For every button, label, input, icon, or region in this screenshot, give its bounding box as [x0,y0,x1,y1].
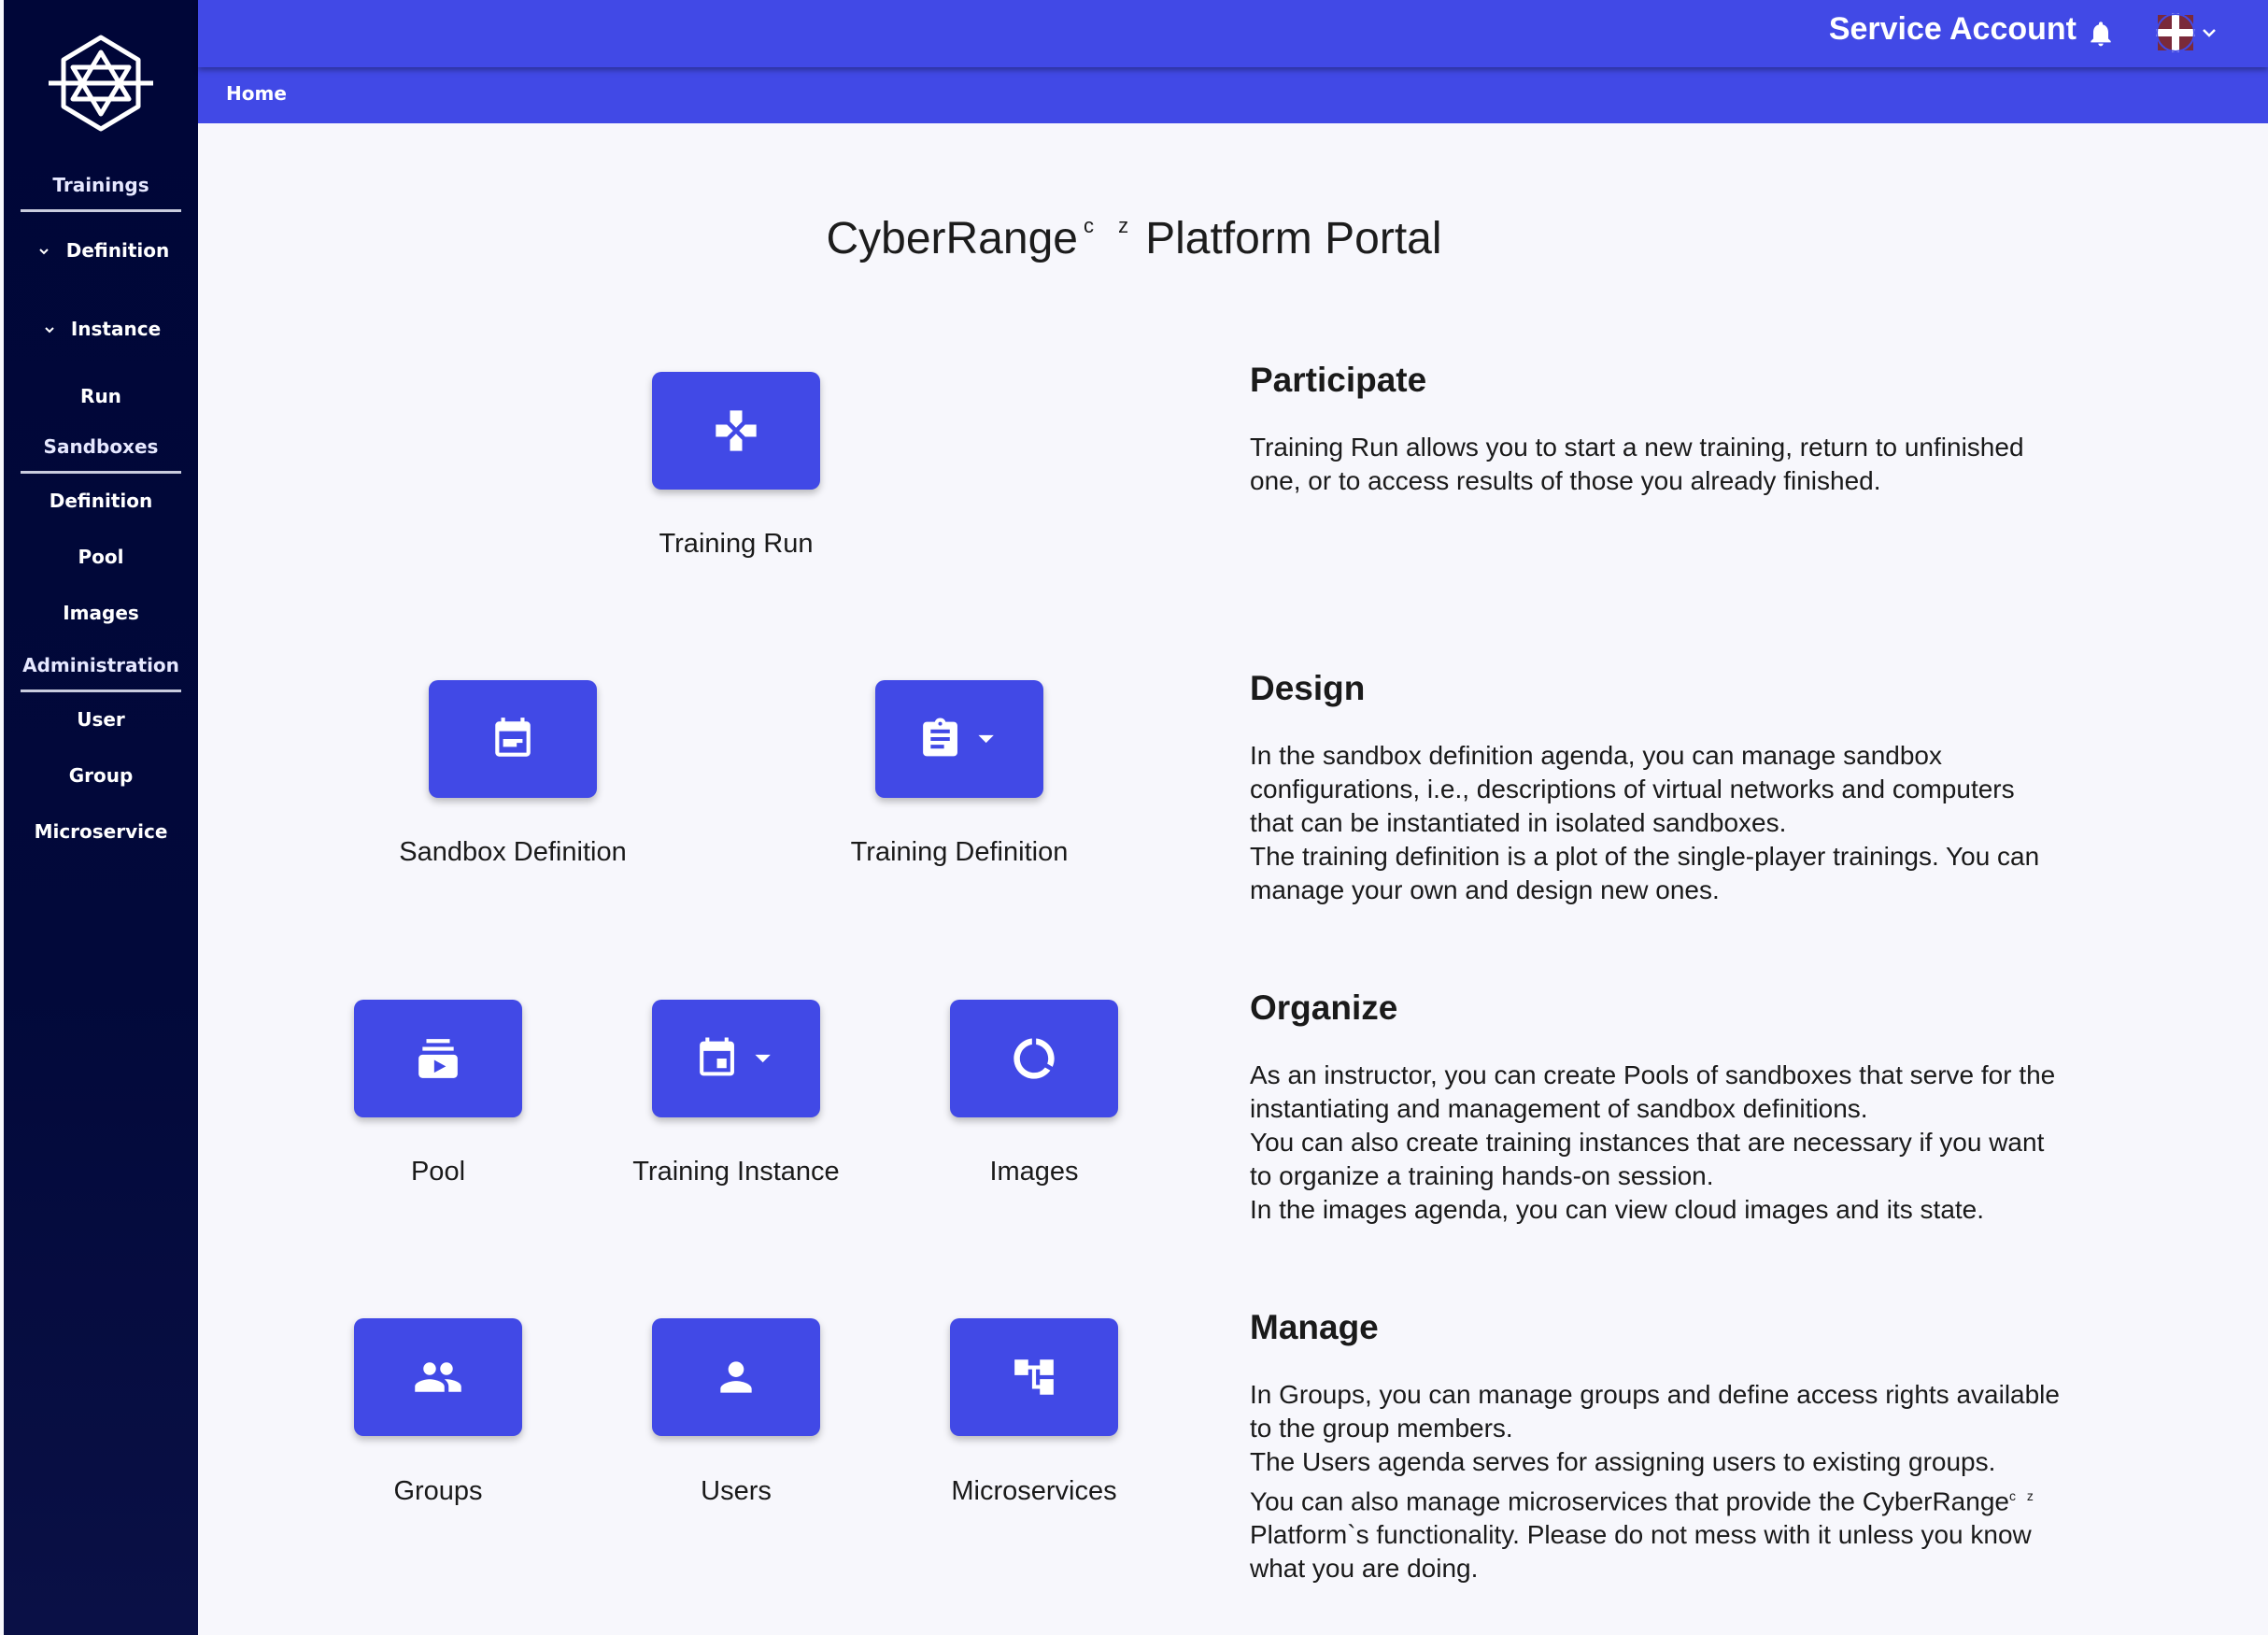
section-title-participate: Participate [1250,361,1427,399]
sidebar-item-user[interactable]: User [4,708,198,731]
section-text-design: In the sandbox definition agenda, you ca… [1250,739,2147,907]
page-title-suffix: Platform Portal [1145,214,1442,263]
page-title-sup: c z [1083,214,1139,237]
text-line: one, or to access results of those you a… [1250,466,1881,495]
images-label: Images [989,1157,1079,1187]
person-icon [720,1361,752,1393]
group-icon [415,1362,461,1392]
section-title-manage: Manage [1250,1308,1379,1346]
cyberrange-logo[interactable] [45,34,157,133]
training-instance-button[interactable] [652,1000,820,1117]
calendar-event-icon [700,1037,771,1076]
text-line: configurations, i.e., descriptions of vi… [1250,775,2015,803]
text-line: You can also create training instances t… [1250,1128,2045,1157]
page-title: CyberRange c z Platform Portal [0,213,2268,264]
text-line: to organize a training hands-on session. [1250,1161,1714,1190]
text-line: what you are doing. [1250,1554,1479,1584]
bell-icon[interactable] [2086,19,2116,49]
chevron-down-icon[interactable] [2199,22,2219,43]
section-text-participate: Training Run allows you to start a new t… [1250,431,2147,498]
training-definition-button[interactable] [875,680,1043,798]
groups-label: Groups [393,1476,483,1506]
section-text-manage: In Groups, you can manage groups and def… [1250,1378,2147,1585]
sidebar-section-sandboxes[interactable]: Sandboxes [4,435,198,458]
groups-button[interactable] [354,1318,522,1436]
clipboard-icon [923,718,994,757]
text-line: Training Run allows you to start a new t… [1250,433,2024,462]
sidebar-item-images[interactable]: Images [4,602,198,624]
page-title-main: CyberRange [826,214,1078,263]
cz-superscript: c z [2008,1488,2037,1503]
pool-button[interactable] [354,1000,522,1117]
pool-label: Pool [410,1157,466,1187]
text-line: to the group members. [1250,1414,1513,1443]
breadcrumb[interactable]: Home [226,82,287,105]
sidebar-item-group[interactable]: Group [4,764,198,787]
text-line: In Groups, you can manage groups and def… [1250,1380,2060,1409]
user-avatar-icon[interactable] [2156,13,2195,52]
breadcrumb-bar: Home [198,67,2268,123]
text-line-part: You can also manage microservices that p… [1250,1486,2009,1516]
sandbox-definition-button[interactable] [429,680,597,798]
section-title-design: Design [1250,669,1366,707]
sidebar-section-trainings[interactable]: Trainings [4,174,198,196]
sidebar-divider [21,209,181,212]
sandbox-definition-label: Sandbox Definition [399,837,627,867]
text-line: In the images agenda, you can view cloud… [1250,1195,1985,1224]
sidebar-item-pool[interactable]: Pool [4,546,198,568]
sidebar-item-sandbox-definition[interactable]: Definition [4,490,198,512]
gamepad-icon [716,410,757,451]
text-line: The training definition is a plot of the… [1250,842,2040,871]
users-label: Users [701,1476,772,1506]
donut-icon [1014,1038,1055,1079]
sidebar-item-instance[interactable]: Instance [19,318,213,340]
text-line: The Users agenda serves for assigning us… [1250,1447,1996,1476]
training-definition-label: Training Definition [850,837,1069,867]
microservices-label: Microservices [951,1476,1117,1506]
top-app-bar: Service Account [198,0,2268,67]
sidebar-item-run[interactable]: Run [4,385,198,407]
section-title-organize: Organize [1250,988,1398,1027]
sidebar-divider [21,690,181,692]
account-name[interactable]: Service Account [1829,11,2077,48]
text-line: instantiating and management of sandbox … [1250,1094,1868,1123]
microservices-button[interactable] [950,1318,1118,1436]
text-line: You can also manage microservices that p… [1250,1479,2147,1518]
sidebar-divider [21,471,181,474]
users-button[interactable] [652,1318,820,1436]
calendar-note-icon [495,718,531,757]
training-run-button[interactable] [652,372,820,490]
text-line: Platform`s functionality. Please do not … [1250,1520,2032,1550]
sidebar-section-administration[interactable]: Administration [4,654,198,676]
training-run-label: Training Run [659,529,814,559]
account-tree-icon [1014,1359,1054,1395]
text-line: As an instructor, you can create Pools o… [1250,1060,2056,1089]
text-line: manage your own and design new ones. [1250,875,1720,904]
images-button[interactable] [950,1000,1118,1117]
section-text-organize: As an instructor, you can create Pools o… [1250,1059,2147,1227]
training-instance-label: Training Instance [632,1157,840,1187]
text-line: In the sandbox definition agenda, you ca… [1250,741,1943,770]
subscriptions-icon [418,1039,458,1078]
text-line: that can be instantiated in isolated san… [1250,808,1787,837]
sidebar-item-microservice[interactable]: Microservice [4,820,198,843]
